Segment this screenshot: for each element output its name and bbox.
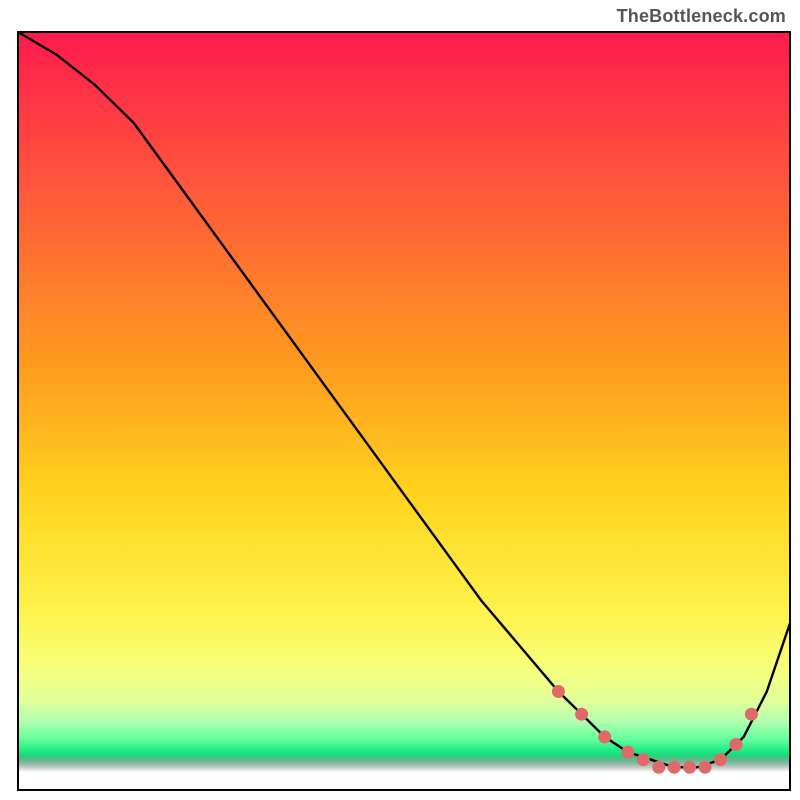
curve-marker	[637, 753, 650, 766]
curve-marker	[730, 738, 743, 751]
curve-marker	[598, 730, 611, 743]
plot-background	[18, 32, 790, 772]
curve-marker	[745, 708, 758, 721]
chart-stage: TheBottleneck.com	[0, 0, 800, 800]
curve-marker	[699, 761, 712, 774]
curve-marker	[683, 761, 696, 774]
curve-marker	[714, 753, 727, 766]
bottleneck-chart	[0, 0, 800, 800]
watermark-text: TheBottleneck.com	[617, 6, 786, 27]
curve-marker	[552, 685, 565, 698]
curve-marker	[575, 708, 588, 721]
curve-marker	[621, 746, 634, 759]
curve-marker	[668, 761, 681, 774]
curve-marker	[652, 761, 665, 774]
